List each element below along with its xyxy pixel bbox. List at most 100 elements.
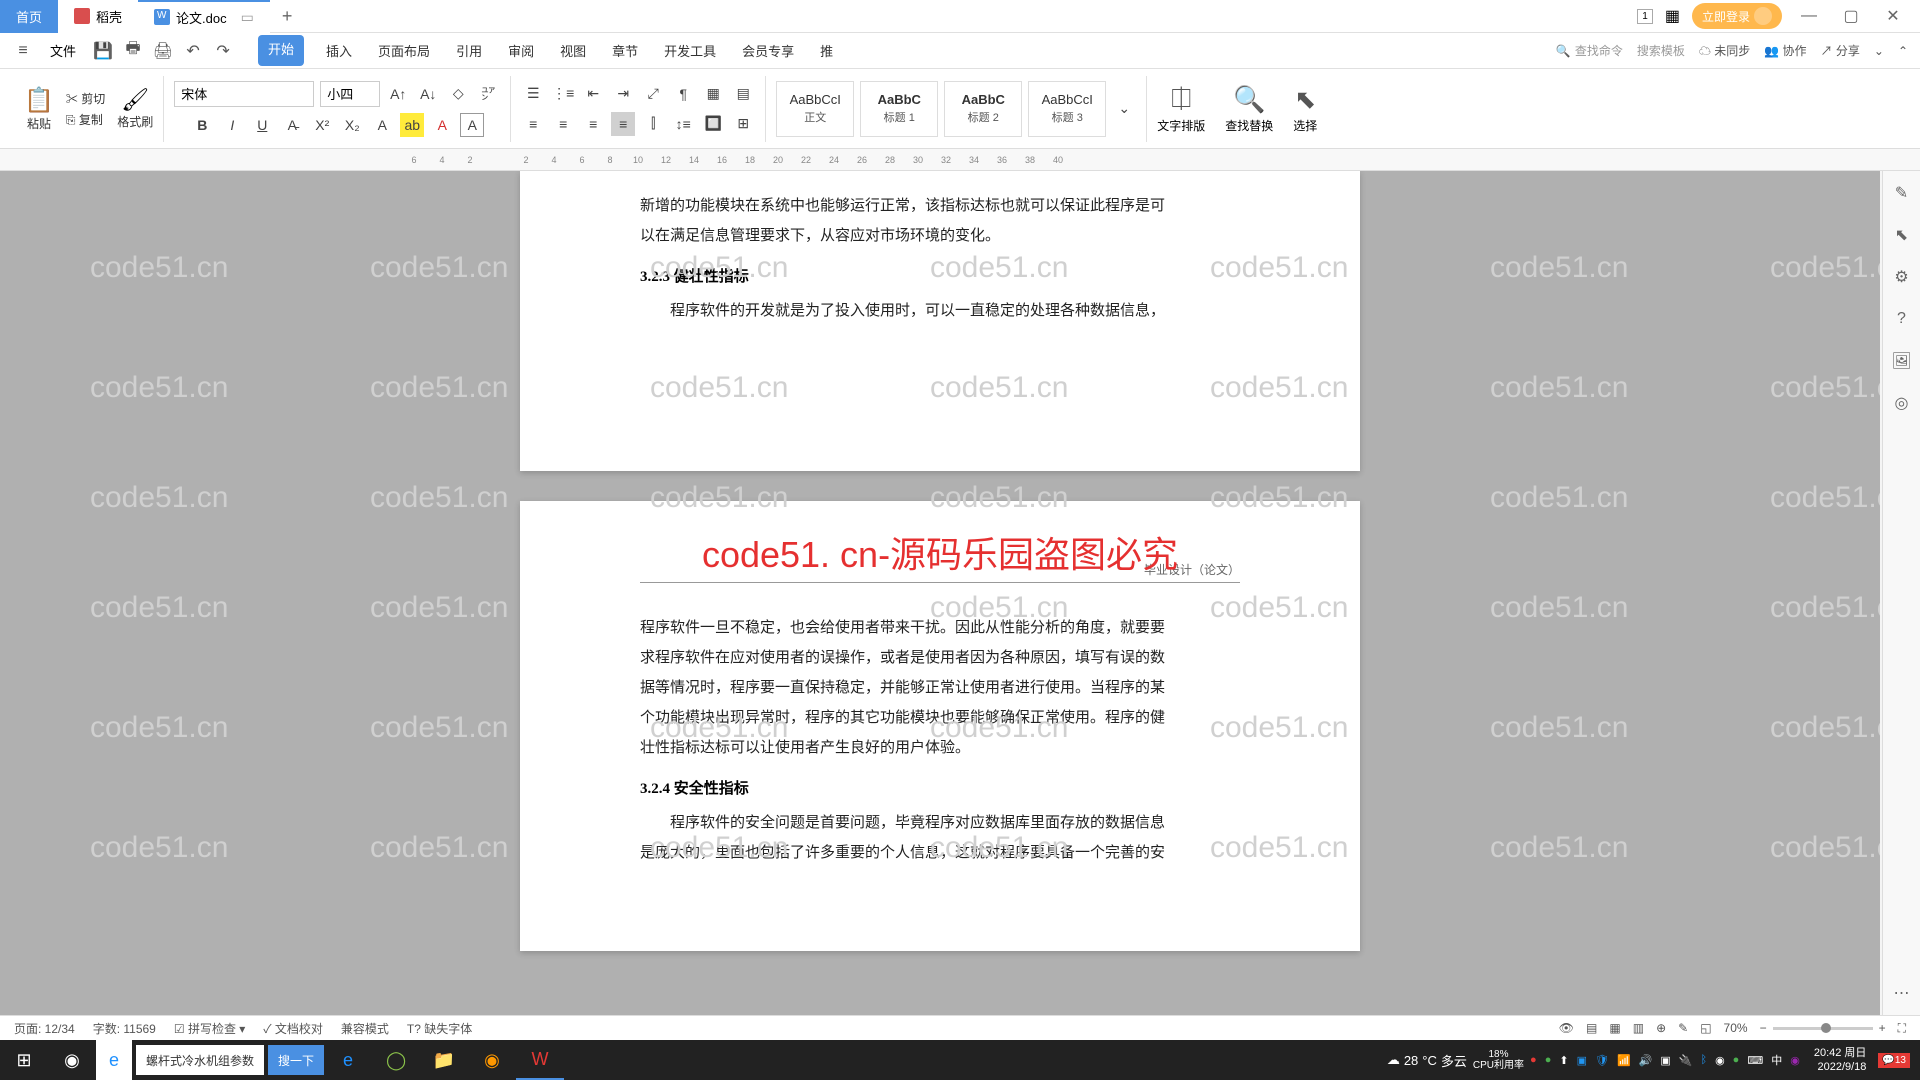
doc-para[interactable]: 求程序软件在应对使用者的误操作，或者是使用者因为各种原因，填写有误的数 xyxy=(640,643,1240,673)
paste-icon[interactable]: 📋 xyxy=(24,86,54,115)
tray-icon[interactable]: ▣ xyxy=(1660,1054,1670,1067)
wps-icon[interactable]: W xyxy=(516,1040,564,1080)
tab-add[interactable]: + xyxy=(270,6,305,27)
menu-tab-more[interactable]: 推 xyxy=(816,35,837,66)
view-page-icon[interactable]: ▤ xyxy=(1586,1021,1597,1035)
taskbar-search-button[interactable]: 搜一下 xyxy=(268,1045,324,1075)
doc-heading-324[interactable]: 3.2.4 安全性指标 xyxy=(640,777,1240,798)
align-center-button[interactable]: ≡ xyxy=(551,112,575,136)
spell-check[interactable]: ☑ 拼写检查 ▾ xyxy=(174,1020,245,1037)
menu-tab-reference[interactable]: 引用 xyxy=(452,35,486,66)
shrink-font-icon[interactable]: A↓ xyxy=(416,82,440,106)
login-button[interactable]: 立即登录 xyxy=(1692,3,1782,29)
doc-para[interactable]: 壮性指标达标可以让使用者产生良好的用户体验。 xyxy=(640,733,1240,763)
tray-icon[interactable]: ● xyxy=(1545,1054,1552,1066)
style-body[interactable]: AaBbCcI正文 xyxy=(776,81,854,137)
tray-ime[interactable]: 中 xyxy=(1771,1052,1782,1068)
bold-button[interactable]: B xyxy=(190,113,214,137)
view-read-icon[interactable]: ⊕ xyxy=(1656,1021,1666,1035)
numbering-button[interactable]: ⋮≡ xyxy=(551,82,575,106)
phonetic-icon[interactable]: ㍐ xyxy=(476,82,500,106)
collab-button[interactable]: 👥 协作 xyxy=(1764,42,1806,59)
char-border-button[interactable]: A xyxy=(460,113,484,137)
more-icon[interactable]: ⋯ xyxy=(1890,981,1914,1005)
copilot-icon[interactable]: ◉ xyxy=(48,1040,96,1080)
cut-button[interactable]: ✂ 剪切 xyxy=(66,90,105,107)
style-h3[interactable]: AaBbCcI标题 3 xyxy=(1028,81,1106,137)
menu-tab-layout[interactable]: 页面布局 xyxy=(374,35,434,66)
doc-para[interactable]: 程序软件的安全问题是首要问题，毕竟程序对应数据库里面存放的数据信息 xyxy=(640,808,1240,838)
toggle-icon[interactable]: 1 xyxy=(1637,9,1653,24)
redo-icon[interactable]: ↷ xyxy=(212,40,234,62)
sort-button[interactable]: ⤢ xyxy=(641,82,665,106)
size-select[interactable] xyxy=(320,81,380,107)
view-web-icon[interactable]: ▥ xyxy=(1633,1021,1644,1035)
app-icon[interactable]: ◉ xyxy=(468,1040,516,1080)
menu-collapse-icon[interactable]: ⌃ xyxy=(1898,44,1908,58)
tray-icon[interactable]: ◉ xyxy=(1715,1054,1725,1067)
sync-status[interactable]: ☁ 未同步 xyxy=(1699,42,1750,59)
tray-icon[interactable]: 🛡 xyxy=(1595,1054,1609,1067)
eye-icon[interactable]: 👁 xyxy=(1559,1021,1574,1035)
tray-icon[interactable]: ▣ xyxy=(1577,1054,1587,1067)
highlight-button[interactable]: ab xyxy=(400,113,424,137)
subscript-button[interactable]: X₂ xyxy=(340,113,364,137)
superscript-button[interactable]: X² xyxy=(310,113,334,137)
clear-format-icon[interactable]: ◇ xyxy=(446,82,470,106)
word-count[interactable]: 字数: 11569 xyxy=(93,1020,156,1037)
undo-icon[interactable]: ↶ xyxy=(182,40,204,62)
grid-icon[interactable]: ▦ xyxy=(1665,6,1680,26)
distribute-button[interactable]: ⫿ xyxy=(641,112,665,136)
para-mark-button[interactable]: ¶ xyxy=(671,82,695,106)
explorer-icon[interactable]: 📁 xyxy=(420,1040,468,1080)
menu-tab-insert[interactable]: 插入 xyxy=(322,35,356,66)
taskbar-clock[interactable]: 20:42 周日2022/9/18 xyxy=(1814,1046,1867,1075)
doc-para[interactable]: 程序软件的开发就是为了投入使用时，可以一直稳定的处理各种数据信息， xyxy=(640,296,1240,326)
maximize-button[interactable]: ▢ xyxy=(1836,1,1866,31)
bullets-button[interactable]: ☰ xyxy=(521,82,545,106)
menu-tab-view[interactable]: 视图 xyxy=(556,35,590,66)
menu-tab-vip[interactable]: 会员专享 xyxy=(738,35,798,66)
edge-icon[interactable]: e xyxy=(324,1040,372,1080)
pointer-icon[interactable]: ⬉ xyxy=(1890,223,1914,247)
font-color-button[interactable]: A xyxy=(430,113,454,137)
doc-para[interactable]: 据等情况时，程序要一直保持稳定，并能够正常让使用者进行使用。当程序的某 xyxy=(640,673,1240,703)
border-button[interactable]: ⊞ xyxy=(731,112,755,136)
zoom-slider-thumb[interactable] xyxy=(1821,1023,1831,1033)
italic-button[interactable]: I xyxy=(220,113,244,137)
tray-bluetooth-icon[interactable]: ᛒ xyxy=(1700,1054,1707,1066)
save-icon[interactable]: 💾 xyxy=(92,40,114,62)
outdent-button[interactable]: ⇤ xyxy=(581,82,605,106)
grow-font-icon[interactable]: A↑ xyxy=(386,82,410,106)
indent-button[interactable]: ⇥ xyxy=(611,82,635,106)
style-h1[interactable]: AaBbC标题 1 xyxy=(860,81,938,137)
fill-color-button[interactable]: 🔲 xyxy=(701,112,725,136)
tray-icon[interactable]: ● xyxy=(1530,1054,1537,1066)
line-spacing-button[interactable]: ↕≡ xyxy=(671,112,695,136)
minimize-button[interactable]: — xyxy=(1794,1,1824,31)
cpu-widget[interactable]: 18%CPU利用率 xyxy=(1473,1049,1524,1071)
menu-expand-icon[interactable]: ⌄ xyxy=(1874,44,1884,58)
text-layout-button[interactable]: ⎅文字排版 xyxy=(1147,79,1215,138)
zoom-out-button[interactable]: − xyxy=(1760,1021,1767,1035)
zoom-level[interactable]: 70% xyxy=(1724,1021,1748,1035)
align-justify-button[interactable]: ≡ xyxy=(611,112,635,136)
close-button[interactable]: ✕ xyxy=(1878,1,1908,31)
styles-more-icon[interactable]: ⌄ xyxy=(1112,97,1136,121)
doc-heading-323[interactable]: 3.2.3 健壮性指标 xyxy=(640,265,1240,286)
menu-tab-start[interactable]: 开始 xyxy=(258,35,304,66)
tray-icon[interactable]: 🔌 xyxy=(1679,1054,1693,1067)
ie-icon[interactable]: e xyxy=(96,1040,132,1080)
page-indicator[interactable]: 页面: 12/34 xyxy=(14,1020,75,1037)
select-button[interactable]: ⬉选择 xyxy=(1283,80,1327,138)
tray-icon[interactable]: ⬆ xyxy=(1559,1054,1568,1067)
notification-button[interactable]: 💬13 xyxy=(1878,1053,1910,1068)
help-icon[interactable]: ? xyxy=(1890,307,1914,331)
tab-doc-menu-icon[interactable]: ▭ xyxy=(241,9,254,26)
document-area[interactable]: code51.cn code51.cn code51.cn code51.cn … xyxy=(0,171,1880,1015)
doc-para[interactable]: 个功能模块出现异常时，程序的其它功能模块也要能够确保正常使用。程序的健 xyxy=(640,703,1240,733)
strike-button[interactable]: A̵ xyxy=(280,113,304,137)
borders-button[interactable]: ▦ xyxy=(701,82,725,106)
menu-tab-chapter[interactable]: 章节 xyxy=(608,35,642,66)
tray-icon[interactable]: ◉ xyxy=(1790,1054,1800,1067)
